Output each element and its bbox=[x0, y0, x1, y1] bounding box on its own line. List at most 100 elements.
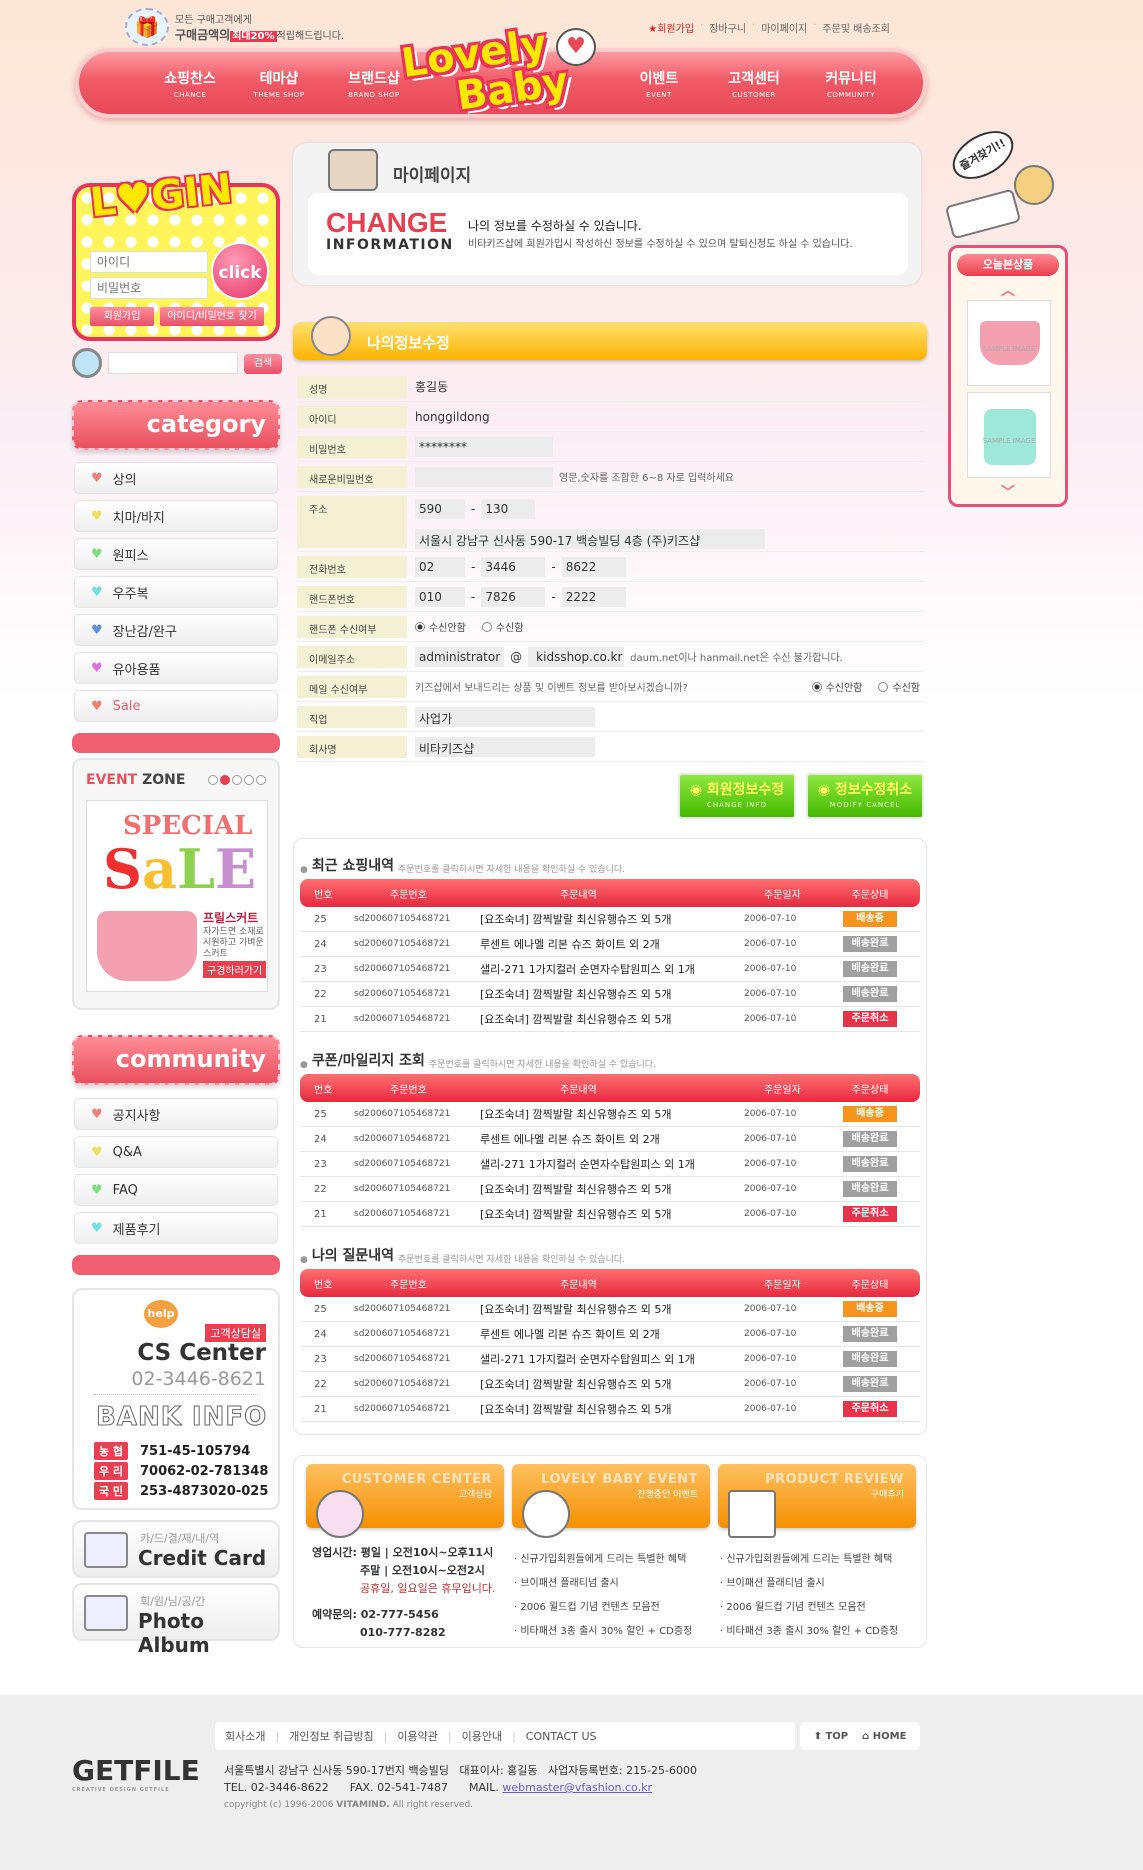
footer-link[interactable]: 이용안내 bbox=[462, 1728, 502, 1744]
nav-theme-shop[interactable]: 테마샵 THEME SHOP bbox=[234, 68, 324, 99]
nav-chance[interactable]: 쇼핑찬스 CHANCE bbox=[145, 68, 235, 99]
list-item[interactable]: · 비타패션 3종 출시 30% 할인 + CD증정 bbox=[720, 1620, 898, 1644]
viewed-product[interactable]: SAMPLE IMAGE bbox=[967, 300, 1051, 386]
view-product-button[interactable]: 구경하러가기 bbox=[203, 961, 267, 978]
table-row[interactable]: 25 sd200607105468721 [요조숙녀] 깜찍발랄 최신유행슈즈 외 … bbox=[300, 907, 920, 932]
list-item[interactable]: · 2006 월드컵 기념 컨텐츠 모음전 bbox=[514, 1596, 692, 1620]
category-item[interactable]: ♥ Sale bbox=[74, 690, 278, 722]
cell[interactable]: sd200607105468721 bbox=[340, 1184, 470, 1194]
scroll-down-icon[interactable]: ﹀ bbox=[951, 482, 1065, 502]
bookmark-bubble[interactable]: 즐겨찾기!! bbox=[944, 121, 1022, 189]
zip2-field[interactable]: 130 bbox=[481, 498, 536, 519]
cancel-button[interactable]: ◉ 정보수정취소 MODIFY CANCEL bbox=[806, 773, 924, 819]
sms-no-radio[interactable]: 수신안함 bbox=[415, 619, 466, 634]
login-button[interactable]: click bbox=[211, 242, 269, 300]
list-item[interactable]: · 비타패션 3종 출시 30% 할인 + CD증정 bbox=[514, 1620, 692, 1644]
search-button[interactable]: 검색 bbox=[244, 354, 282, 374]
table-row[interactable]: 23 sd200607105468721 샐리-271 1가지컬러 순면자수탑원피스… bbox=[300, 1347, 920, 1372]
zip1-field[interactable]: 590 bbox=[415, 498, 465, 519]
cell[interactable]: sd200607105468721 bbox=[340, 1329, 470, 1339]
search-input[interactable] bbox=[108, 352, 238, 374]
id-input[interactable] bbox=[90, 251, 208, 273]
table-row[interactable]: 21 sd200607105468721 [요조숙녀] 깜찍발랄 최신유행슈즈 외 … bbox=[300, 1007, 920, 1032]
community-item[interactable]: ♥ 제품후기 bbox=[74, 1212, 278, 1244]
table-row[interactable]: 24 sd200607105468721 루센트 에나멜 리본 슈즈 화이트 외 2… bbox=[300, 1322, 920, 1347]
save-button[interactable]: ◉ 회원정보수정 CHANGE INFO bbox=[678, 773, 796, 819]
cell[interactable]: sd200607105468721 bbox=[340, 989, 470, 999]
join-link[interactable]: ★회원가입 bbox=[648, 20, 694, 35]
mail-no-radio[interactable]: 수신안함 bbox=[811, 679, 862, 694]
table-row[interactable]: 22 sd200607105468721 [요조숙녀] 깜찍발랄 최신유행슈즈 외 … bbox=[300, 982, 920, 1007]
photo-album-banner[interactable]: 회/원/님/공/간 Photo Album bbox=[72, 1583, 280, 1657]
cell[interactable]: sd200607105468721 bbox=[340, 1354, 470, 1364]
footer-link[interactable]: CONTACT US bbox=[526, 1730, 597, 1743]
slide-dot[interactable] bbox=[256, 775, 266, 785]
table-row[interactable]: 22 sd200607105468721 [요조숙녀] 깜찍발랄 최신유행슈즈 외 … bbox=[300, 1372, 920, 1397]
order-tracking-link[interactable]: 주문및 배송조회 bbox=[822, 20, 890, 35]
new-password-field[interactable] bbox=[415, 466, 553, 487]
category-item[interactable]: ♥ 상의 bbox=[74, 462, 278, 494]
sms-yes-radio[interactable]: 수신함 bbox=[481, 619, 523, 634]
community-item[interactable]: ♥ 공지사항 bbox=[74, 1098, 278, 1130]
footer-link[interactable]: 회사소개 bbox=[225, 1728, 265, 1744]
table-row[interactable]: 22 sd200607105468721 [요조숙녀] 깜찍발랄 최신유행슈즈 외 … bbox=[300, 1177, 920, 1202]
event-banner[interactable]: SPECIAL SaLE 프릴스커트 자가드면 소재로 시원하고 가벼운 스커트… bbox=[86, 800, 268, 992]
email-domain-field[interactable]: kidsshop.co.kr bbox=[528, 646, 625, 667]
cell[interactable]: sd200607105468721 bbox=[340, 1379, 470, 1389]
list-item[interactable]: · 브이패션 플래티넘 출시 bbox=[720, 1572, 898, 1596]
list-item[interactable]: · 2006 월드컵 기념 컨텐츠 모음전 bbox=[720, 1596, 898, 1620]
find-account-button[interactable]: 아이디/비밀번호 찾기 bbox=[160, 307, 264, 326]
tel2-field[interactable]: 3446 bbox=[481, 556, 546, 577]
address-field[interactable]: 서울시 강남구 신사동 590-17 백승빌딩 4층 (주)키즈샵 bbox=[415, 528, 765, 549]
table-row[interactable]: 23 sd200607105468721 샐리-271 1가지컬러 순면자수탑원피스… bbox=[300, 957, 920, 982]
event-panel[interactable]: LOVELY BABY EVENT 진행중인 이벤트 bbox=[512, 1464, 710, 1538]
footer-link[interactable]: 개인정보 취급방침 bbox=[289, 1728, 373, 1744]
mail-yes-radio[interactable]: 수신함 bbox=[878, 679, 920, 694]
slide-dot[interactable] bbox=[244, 775, 254, 785]
table-row[interactable]: 21 sd200607105468721 [요조숙녀] 깜찍발랄 최신유행슈즈 외 … bbox=[300, 1397, 920, 1422]
hp3-field[interactable]: 2222 bbox=[561, 586, 626, 607]
cart-link[interactable]: 장바구니 bbox=[709, 20, 746, 35]
nav-community[interactable]: 커뮤니티 COMMUNITY bbox=[806, 68, 896, 99]
hp1-field[interactable]: 010 bbox=[415, 586, 465, 607]
viewed-product[interactable]: SAMPLE IMAGE bbox=[967, 392, 1051, 478]
category-item[interactable]: ♥ 치마/바지 bbox=[74, 500, 278, 532]
scroll-up-icon[interactable]: ︿ bbox=[951, 280, 1065, 300]
cell[interactable]: sd200607105468721 bbox=[340, 1404, 470, 1414]
company-field[interactable]: 비타키즈샵 bbox=[415, 736, 595, 757]
email-user-field[interactable]: administrator bbox=[415, 646, 505, 667]
community-item[interactable]: ♥ FAQ bbox=[74, 1174, 278, 1206]
job-field[interactable]: 사업가 bbox=[415, 706, 595, 727]
email-link[interactable]: webmaster@vfashion.co.kr bbox=[502, 1781, 652, 1794]
slide-indicators[interactable] bbox=[208, 775, 266, 785]
nav-event[interactable]: 이벤트 EVENT bbox=[614, 68, 704, 99]
top-button[interactable]: ⬆ TOP bbox=[814, 1731, 849, 1742]
cell[interactable]: sd200607105468721 bbox=[340, 964, 470, 974]
cell[interactable]: sd200607105468721 bbox=[340, 1209, 470, 1219]
home-button[interactable]: ⌂ HOME bbox=[862, 1731, 906, 1742]
footer-link[interactable]: 이용약관 bbox=[397, 1728, 437, 1744]
tel3-field[interactable]: 8622 bbox=[561, 556, 626, 577]
mypage-link[interactable]: 마이페이지 bbox=[761, 20, 807, 35]
community-item[interactable]: ♥ Q&A bbox=[74, 1136, 278, 1168]
nav-customer[interactable]: 고객센터 CUSTOMER bbox=[709, 68, 799, 99]
table-row[interactable]: 25 sd200607105468721 [요조숙녀] 깜찍발랄 최신유행슈즈 외 … bbox=[300, 1297, 920, 1322]
credit-card-banner[interactable]: 카/드/결/재/내/역 Credit Card bbox=[72, 1520, 280, 1578]
cell[interactable]: sd200607105468721 bbox=[340, 1109, 470, 1119]
password-input[interactable] bbox=[90, 277, 208, 299]
join-button[interactable]: 회원가입 bbox=[90, 307, 154, 326]
cell[interactable]: sd200607105468721 bbox=[340, 1159, 470, 1169]
category-item[interactable]: ♥ 원피스 bbox=[74, 538, 278, 570]
table-row[interactable]: 21 sd200607105468721 [요조숙녀] 깜찍발랄 최신유행슈즈 외 … bbox=[300, 1202, 920, 1227]
list-item[interactable]: · 신규가입회원들에게 드리는 특별한 혜택 bbox=[720, 1548, 898, 1572]
slide-dot[interactable] bbox=[232, 775, 242, 785]
cell[interactable]: sd200607105468721 bbox=[340, 939, 470, 949]
review-panel[interactable]: PRODUCT REVIEW 구매후기 bbox=[718, 1464, 916, 1538]
customer-center-panel[interactable]: CUSTOMER CENTER 고객상담 bbox=[306, 1464, 504, 1538]
cell[interactable]: sd200607105468721 bbox=[340, 914, 470, 924]
slide-dot[interactable] bbox=[208, 775, 218, 785]
table-row[interactable]: 24 sd200607105468721 루센트 에나멜 리본 슈즈 화이트 외 2… bbox=[300, 1127, 920, 1152]
password-field[interactable]: ******** bbox=[415, 436, 553, 457]
category-item[interactable]: ♥ 장난감/완구 bbox=[74, 614, 278, 646]
table-row[interactable]: 24 sd200607105468721 루센트 에나멜 리본 슈즈 화이트 외 2… bbox=[300, 932, 920, 957]
